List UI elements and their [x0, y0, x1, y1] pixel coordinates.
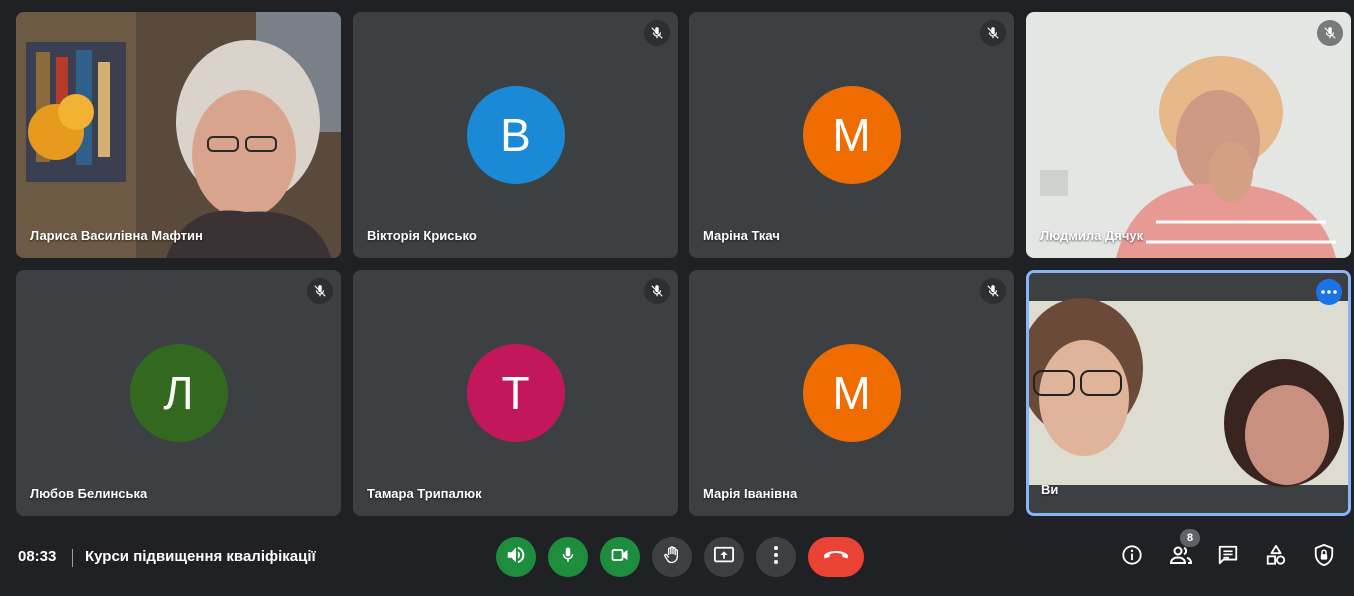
present-screen-icon	[713, 545, 735, 570]
avatar: Л	[129, 344, 228, 442]
participant-name: Тамара Трипалюк	[367, 486, 482, 501]
meeting-controls-bar: 08:33 Курси підвищення кваліфікації 8	[0, 522, 1354, 596]
participant-tile-mariia[interactable]: М Марія Іванівна	[689, 270, 1014, 516]
meeting-clock: 08:33	[18, 548, 57, 565]
present-button[interactable]	[704, 537, 744, 577]
microphone-icon	[559, 546, 577, 569]
more-options-button[interactable]	[756, 537, 796, 577]
participant-tile-marina[interactable]: М Маріна Ткач	[689, 12, 1014, 258]
participant-name: Людмила Дячук	[1040, 228, 1144, 243]
participant-name: Ви	[1041, 482, 1059, 497]
host-controls-icon	[1313, 543, 1335, 572]
avatar: М	[802, 344, 901, 442]
mic-off-icon	[980, 278, 1006, 304]
mic-off-icon	[644, 20, 670, 46]
chat-button[interactable]	[1213, 542, 1243, 572]
mic-off-icon	[980, 20, 1006, 46]
participant-tile-larysa[interactable]: Лариса Василівна Мафтин	[16, 12, 341, 258]
avatar: В	[466, 86, 565, 184]
microphone-button[interactable]	[548, 537, 588, 577]
participant-name: Марія Іванівна	[703, 486, 798, 501]
info-icon	[1121, 544, 1143, 571]
activities-icon	[1265, 544, 1287, 571]
more-vertical-icon	[774, 545, 778, 569]
audio-button[interactable]	[496, 537, 536, 577]
raise-hand-button[interactable]	[652, 537, 692, 577]
leave-call-button[interactable]	[808, 537, 864, 577]
divider	[72, 549, 73, 567]
camera-button[interactable]	[600, 537, 640, 577]
participant-tile-tamara[interactable]: Т Тамара Трипалюк	[353, 270, 678, 516]
people-icon	[1169, 544, 1193, 571]
chat-icon	[1217, 544, 1239, 571]
participant-tile-self[interactable]: Ви	[1026, 270, 1351, 516]
people-button[interactable]	[1166, 542, 1196, 572]
mic-off-icon	[644, 278, 670, 304]
participant-tile-liudmyla[interactable]: Людмила Дячук	[1026, 12, 1351, 258]
more-options-button[interactable]	[1316, 279, 1342, 305]
participant-name: Любов Белинська	[30, 486, 148, 501]
avatar: Т	[466, 344, 565, 442]
participant-tile-viktoriia[interactable]: В Вікторія Крисько	[353, 12, 678, 258]
participant-name: Лариса Василівна Мафтин	[30, 228, 203, 243]
participant-tile-liubov[interactable]: Л Любов Белинська	[16, 270, 341, 516]
participant-name: Вікторія Крисько	[367, 228, 477, 243]
mic-off-icon	[1317, 20, 1343, 46]
activities-button[interactable]	[1261, 542, 1291, 572]
speaker-icon	[505, 544, 527, 571]
info-button[interactable]	[1117, 542, 1147, 572]
raise-hand-icon	[662, 545, 682, 570]
participant-name: Маріна Ткач	[703, 228, 780, 243]
camera-icon	[610, 545, 630, 570]
hang-up-icon	[823, 548, 849, 566]
video-feed	[16, 12, 341, 258]
mic-off-icon	[307, 278, 333, 304]
host-controls-button[interactable]	[1309, 542, 1339, 572]
video-feed	[1029, 273, 1348, 513]
video-feed	[1026, 12, 1351, 258]
avatar: М	[802, 86, 901, 184]
meeting-title: Курси підвищення кваліфікації	[85, 548, 316, 565]
